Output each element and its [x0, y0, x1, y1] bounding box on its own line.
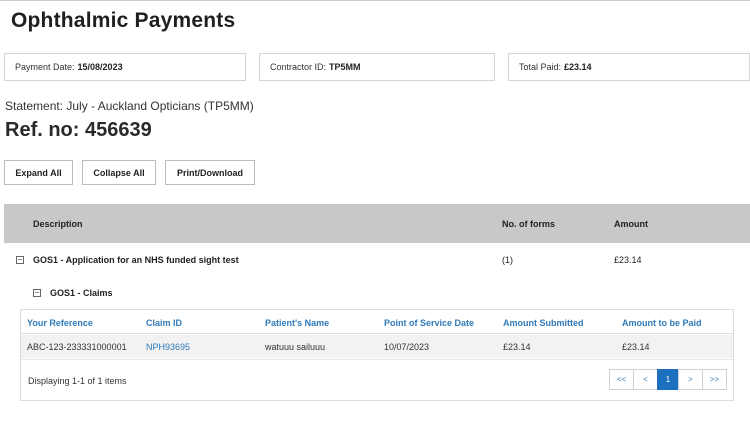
- cell-your-reference: ABC-123-233331000001: [27, 342, 127, 352]
- col-amount-to-be-paid[interactable]: Amount to be Paid: [622, 318, 702, 328]
- claims-table: Your Reference Claim ID Patient's Name P…: [20, 309, 734, 401]
- header-no-of-forms: No. of forms: [502, 219, 555, 229]
- next-page-button[interactable]: >: [678, 369, 703, 390]
- gos1-forms-count: (1): [502, 255, 513, 265]
- payment-date-box: Payment Date: 15/08/2023: [4, 53, 246, 81]
- gos1-row[interactable]: − GOS1 - Application for an NHS funded s…: [4, 244, 750, 276]
- contractor-id-box: Contractor ID: TP5MM: [259, 53, 495, 81]
- col-your-reference[interactable]: Your Reference: [27, 318, 93, 328]
- page-title: Ophthalmic Payments: [11, 9, 236, 32]
- col-claim-id[interactable]: Claim ID: [146, 318, 182, 328]
- reference-number: Ref. no: 456639: [5, 119, 152, 141]
- cell-amount-submitted: £23.14: [503, 342, 531, 352]
- collapse-toggle-icon[interactable]: −: [16, 256, 24, 264]
- statement-table-header: Description No. of forms Amount: [4, 204, 750, 243]
- contractor-id-value: TP5MM: [329, 62, 361, 72]
- table-row: ABC-123-233331000001 NPH93695 watuuu sai…: [21, 335, 733, 358]
- total-paid-value: £23.14: [564, 62, 592, 72]
- cell-amount-to-be-paid: £23.14: [622, 342, 650, 352]
- gos1-description: GOS1 - Application for an NHS funded sig…: [33, 255, 239, 265]
- header-amount: Amount: [614, 219, 648, 229]
- claims-table-footer: Displaying 1-1 of 1 items << < 1 > >>: [21, 359, 733, 400]
- last-page-button[interactable]: >>: [702, 369, 727, 390]
- top-divider: [0, 0, 750, 1]
- gos1-amount: £23.14: [614, 255, 642, 265]
- previous-page-button[interactable]: <: [633, 369, 658, 390]
- col-point-of-service-date[interactable]: Point of Service Date: [384, 318, 474, 328]
- col-patient-name[interactable]: Patient's Name: [265, 318, 329, 328]
- statement-title: Statement: July - Auckland Opticians (TP…: [5, 99, 254, 113]
- total-paid-box: Total Paid: £23.14: [508, 53, 750, 81]
- cell-service-date: 10/07/2023: [384, 342, 430, 352]
- gos1-claims-heading: GOS1 - Claims: [50, 288, 113, 298]
- contractor-id-label: Contractor ID:: [270, 62, 327, 72]
- expand-all-button[interactable]: Expand All: [4, 160, 73, 185]
- collapse-all-button[interactable]: Collapse All: [82, 160, 156, 185]
- pagination: << < 1 > >>: [609, 369, 727, 390]
- payment-date-value: 15/08/2023: [77, 62, 123, 72]
- claims-table-header: Your Reference Claim ID Patient's Name P…: [21, 310, 733, 334]
- items-count-text: Displaying 1-1 of 1 items: [28, 376, 127, 386]
- claim-id-link[interactable]: NPH93695: [146, 342, 190, 352]
- header-description: Description: [33, 219, 83, 229]
- print-download-button[interactable]: Print/Download: [165, 160, 255, 185]
- claims-collapse-toggle-icon[interactable]: −: [33, 289, 41, 297]
- total-paid-label: Total Paid:: [519, 62, 562, 72]
- col-amount-submitted[interactable]: Amount Submitted: [503, 318, 584, 328]
- cell-patient-name: watuuu sailuuu: [265, 342, 326, 352]
- page-1-button[interactable]: 1: [657, 369, 679, 390]
- first-page-button[interactable]: <<: [609, 369, 634, 390]
- payment-date-label: Payment Date:: [15, 62, 75, 72]
